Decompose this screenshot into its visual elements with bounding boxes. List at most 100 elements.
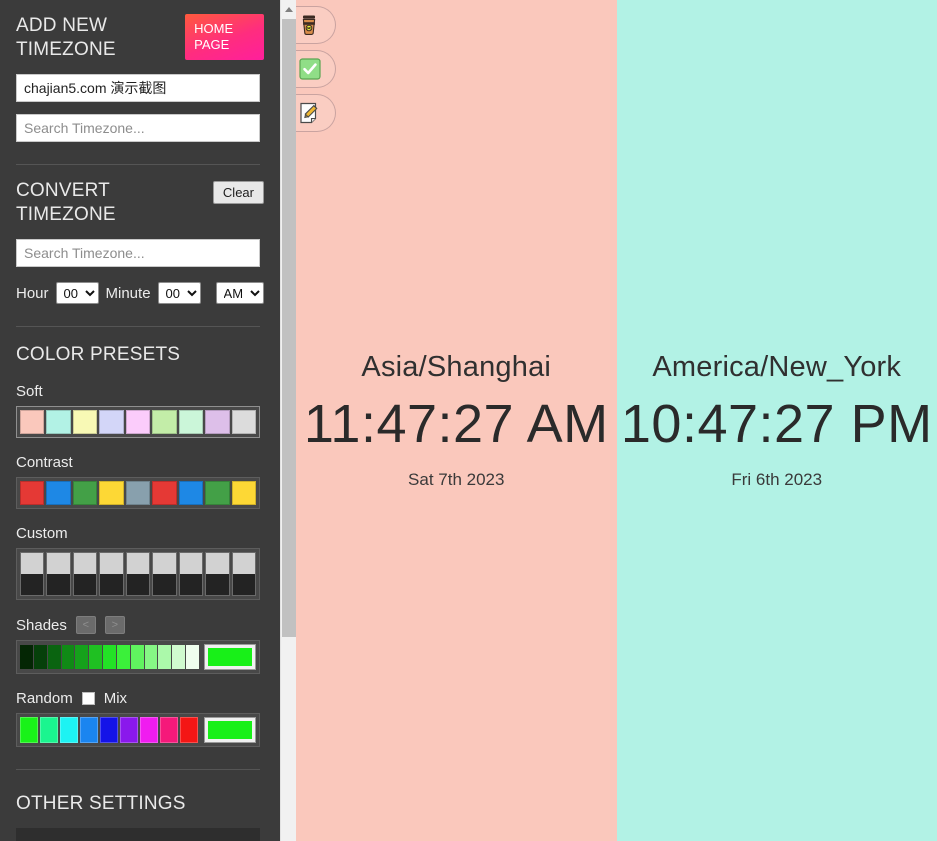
timezone-card-1[interactable]: America/New_York 10:47:27 PM Fri 6th 2023 <box>616 0 937 841</box>
random-label: Random <box>16 690 73 707</box>
mix-checkbox[interactable] <box>81 692 95 705</box>
random-swatch-1[interactable] <box>40 717 58 743</box>
settings-sidebar: ADD NEW TIMEZONE HOME PAGE CONVERT TIMEZ… <box>0 0 296 841</box>
convert-time-row: Hour 00010203040506070809101112 Minute 0… <box>16 282 264 304</box>
random-swatch-2[interactable] <box>60 717 78 743</box>
contrast-swatch-5[interactable] <box>152 481 177 505</box>
shade-swatch-4[interactable] <box>75 645 89 669</box>
app-root: ADD NEW TIMEZONE HOME PAGE CONVERT TIMEZ… <box>0 0 937 841</box>
shade-swatch-1[interactable] <box>33 645 47 669</box>
random-header: Random Mix <box>16 690 264 707</box>
custom-swatch-5[interactable] <box>152 552 177 596</box>
coffee-button[interactable] <box>296 6 336 44</box>
color-presets-title: COLOR PRESETS <box>16 344 181 365</box>
shade-swatch-2[interactable] <box>47 645 61 669</box>
done-button[interactable] <box>296 50 336 88</box>
sidebar-scrollbar[interactable] <box>280 0 296 841</box>
shade-swatch-5[interactable] <box>89 645 103 669</box>
convert-timezone-search-input[interactable] <box>16 239 260 267</box>
custom-swatch-8[interactable] <box>231 552 256 596</box>
timezone-card-time-0: 11:47:27 AM <box>303 393 609 454</box>
timezone-card-name-1: America/New_York <box>652 350 902 383</box>
add-timezone-search-input[interactable] <box>16 114 260 142</box>
edit-note-button[interactable] <box>296 94 336 132</box>
timezone-card-date-1: Fri 6th 2023 <box>731 470 823 490</box>
contrast-swatch-4[interactable] <box>125 481 151 505</box>
shade-swatch-9[interactable] <box>144 645 158 669</box>
soft-swatch-5[interactable] <box>152 410 177 434</box>
hour-label: Hour <box>16 284 49 302</box>
soft-swatch-0[interactable] <box>20 410 45 434</box>
shade-swatch-8[interactable] <box>130 645 144 669</box>
contrast-swatch-6[interactable] <box>178 481 204 505</box>
ampm-select[interactable]: AMPM <box>215 282 264 304</box>
soft-swatch-4[interactable] <box>125 410 151 434</box>
contrast-label: Contrast <box>16 454 73 471</box>
scrollbar-up-arrow-icon[interactable] <box>281 0 296 17</box>
contrast-color-row <box>16 477 260 509</box>
mix-label: Mix <box>103 690 128 707</box>
minute-select[interactable]: 00153045 <box>157 282 201 304</box>
setting-row-0[interactable]: Use 24 Hour Format: <box>16 828 260 841</box>
contrast-swatch-7[interactable] <box>205 481 230 505</box>
page-title: ADD NEW TIMEZONE <box>16 15 116 60</box>
random-swatch-7[interactable] <box>160 717 178 743</box>
timezone-card-list: Asia/Shanghai 11:47:27 AM Sat 7th 2023 Amer… <box>296 0 937 841</box>
random-swatch-4[interactable] <box>100 717 118 743</box>
custom-swatch-6[interactable] <box>178 552 204 596</box>
shade-swatch-3[interactable] <box>61 645 75 669</box>
clear-button[interactable]: Clear <box>212 181 264 204</box>
random-swatch-0[interactable] <box>20 717 38 743</box>
home-page-button[interactable]: HOME PAGE <box>185 14 264 60</box>
contrast-swatch-8[interactable] <box>231 481 256 505</box>
soft-swatch-7[interactable] <box>205 410 230 434</box>
timezone-name-input[interactable] <box>16 74 260 102</box>
random-swatch-5[interactable] <box>120 717 138 743</box>
shade-swatch-12[interactable] <box>186 645 199 669</box>
shades-next-button[interactable]: > <box>104 616 125 634</box>
shade-swatch-0[interactable] <box>20 645 33 669</box>
edit-note-icon <box>299 102 321 124</box>
divider-1 <box>16 164 260 165</box>
random-color-row <box>16 713 260 747</box>
contrast-swatch-3[interactable] <box>99 481 124 505</box>
soft-swatch-6[interactable] <box>178 410 204 434</box>
shade-swatch-10[interactable] <box>158 645 172 669</box>
contrast-swatch-0[interactable] <box>20 481 45 505</box>
custom-swatch-4[interactable] <box>125 552 151 596</box>
floating-action-buttons <box>296 6 336 132</box>
soft-swatch-3[interactable] <box>99 410 124 434</box>
timezone-card-date-0: Sat 7th 2023 <box>408 470 505 490</box>
convert-timezone-title: CONVERT TIMEZONE <box>16 180 116 225</box>
custom-color-row <box>16 548 260 600</box>
custom-swatch-2[interactable] <box>72 552 98 596</box>
shades-prev-button[interactable]: < <box>75 616 96 634</box>
shade-swatch-6[interactable] <box>103 645 116 669</box>
shade-swatch-11[interactable] <box>172 645 186 669</box>
custom-swatch-1[interactable] <box>46 552 71 596</box>
soft-swatch-1[interactable] <box>46 410 71 434</box>
random-preview-swatch[interactable] <box>204 717 256 743</box>
hour-select[interactable]: 00010203040506070809101112 <box>55 282 99 304</box>
shade-swatch-7[interactable] <box>116 645 130 669</box>
custom-swatch-7[interactable] <box>205 552 230 596</box>
scrollbar-thumb[interactable] <box>282 19 296 637</box>
shades-preview-swatch[interactable] <box>203 644 256 670</box>
soft-swatch-8[interactable] <box>231 410 256 434</box>
random-swatch-8[interactable] <box>180 717 198 743</box>
timezone-card-0[interactable]: Asia/Shanghai 11:47:27 AM Sat 7th 2023 <box>296 0 617 841</box>
timezone-card-name-0: Asia/Shanghai <box>361 350 552 383</box>
custom-swatch-0[interactable] <box>20 552 45 596</box>
soft-label: Soft <box>16 383 43 400</box>
minute-label: Minute <box>105 284 151 302</box>
soft-swatch-2[interactable] <box>72 410 98 434</box>
random-swatch-3[interactable] <box>80 717 98 743</box>
custom-swatch-3[interactable] <box>99 552 124 596</box>
contrast-swatch-2[interactable] <box>72 481 98 505</box>
coffee-icon <box>299 14 319 36</box>
sidebar-scroll-region: ADD NEW TIMEZONE HOME PAGE CONVERT TIMEZ… <box>0 0 280 841</box>
contrast-swatch-1[interactable] <box>46 481 71 505</box>
check-icon <box>299 58 321 80</box>
other-settings-title: OTHER SETTINGS <box>16 793 186 814</box>
random-swatch-6[interactable] <box>140 717 158 743</box>
